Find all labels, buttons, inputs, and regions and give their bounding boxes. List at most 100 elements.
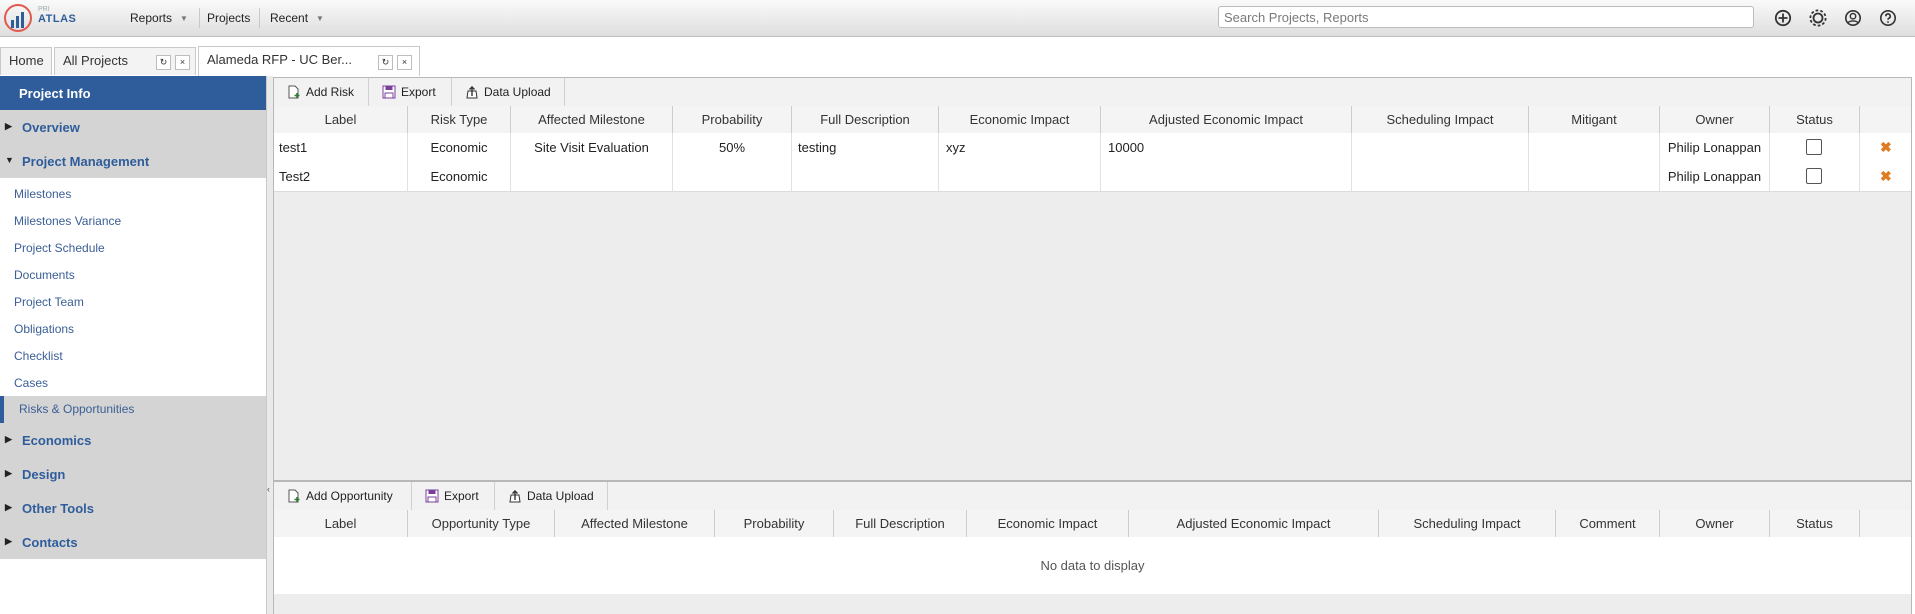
sidebar-section-label: Overview — [22, 120, 80, 135]
cell-full-description[interactable]: testing — [792, 133, 939, 162]
sidebar-section-overview[interactable]: ▶ Overview — [0, 110, 266, 144]
column-header-affected-milestone[interactable]: Affected Milestone — [511, 106, 673, 133]
column-header-opportunity-type[interactable]: Opportunity Type — [408, 510, 555, 537]
column-header-affected-milestone[interactable]: Affected Milestone — [555, 510, 715, 537]
cell-economic-impact[interactable] — [939, 162, 1101, 191]
gear-icon[interactable] — [1808, 8, 1828, 28]
close-icon[interactable]: × — [397, 55, 412, 70]
logo-name: ATLAS — [38, 13, 77, 25]
cell-probability[interactable]: 50% — [673, 133, 792, 162]
cell-full-description[interactable] — [792, 162, 939, 191]
add-opportunity-button[interactable]: Add Opportunity — [274, 482, 412, 510]
help-icon[interactable] — [1878, 8, 1898, 28]
refresh-icon[interactable]: ↻ — [156, 55, 171, 70]
tab-all-projects[interactable]: All Projects ↻ × — [54, 47, 196, 75]
status-checkbox[interactable] — [1806, 139, 1822, 155]
column-header-probability[interactable]: Probability — [673, 106, 792, 133]
cell-probability[interactable] — [673, 162, 792, 191]
cell-adjusted-economic-impact[interactable] — [1101, 162, 1352, 191]
sidebar-section-design[interactable]: ▶ Design — [0, 457, 266, 491]
cell-mitigant[interactable] — [1529, 162, 1660, 191]
column-header-status[interactable]: Status — [1770, 106, 1860, 133]
cell-affected-milestone[interactable] — [511, 162, 673, 191]
sidebar-item-project-team[interactable]: Project Team — [14, 295, 84, 309]
column-header-adjusted-economic-impact[interactable]: Adjusted Economic Impact — [1129, 510, 1379, 537]
collapse-arrow-icon[interactable]: ‹ — [267, 484, 270, 494]
sidebar-item-risks-opportunities[interactable]: Risks & Opportunities — [0, 396, 266, 423]
sidebar: Project Info ▶ Overview ▼ Project Manage… — [0, 76, 266, 614]
cell-scheduling-impact[interactable] — [1352, 133, 1529, 162]
cell-owner[interactable]: Philip Lonappan — [1660, 162, 1770, 191]
sidebar-item-milestones[interactable]: Milestones — [14, 187, 71, 201]
add-risk-label: Add Risk — [306, 85, 355, 99]
cell-scheduling-impact[interactable] — [1352, 162, 1529, 191]
delete-icon[interactable]: ✖ — [1880, 139, 1892, 156]
sidebar-section-project-management[interactable]: ▼ Project Management — [0, 144, 266, 178]
export-button[interactable]: Export — [412, 482, 495, 510]
add-risk-button[interactable]: Add Risk — [274, 78, 369, 106]
table-row[interactable]: test1 Economic Site Visit Evaluation 50%… — [274, 133, 1911, 163]
sidebar-section-economics[interactable]: ▶ Economics — [0, 423, 266, 457]
column-header-scheduling-impact[interactable]: Scheduling Impact — [1379, 510, 1556, 537]
column-header-probability[interactable]: Probability — [715, 510, 834, 537]
nav-recent-label: Recent — [270, 11, 309, 25]
column-header-full-description[interactable]: Full Description — [792, 106, 939, 133]
sidebar-splitter[interactable]: ‹ — [266, 76, 273, 614]
column-header-label[interactable]: Label — [274, 106, 408, 133]
add-icon[interactable] — [1773, 8, 1793, 28]
cell-mitigant[interactable] — [1529, 133, 1660, 162]
triangle-right-icon: ▶ — [5, 536, 12, 546]
search-input[interactable] — [1218, 6, 1754, 28]
sidebar-item-milestones-variance[interactable]: Milestones Variance — [14, 214, 121, 228]
column-header-actions — [1860, 106, 1911, 133]
column-header-label[interactable]: Label — [274, 510, 408, 537]
column-header-economic-impact[interactable]: Economic Impact — [939, 106, 1101, 133]
column-header-comment[interactable]: Comment — [1556, 510, 1660, 537]
sidebar-section-contacts[interactable]: ▶ Contacts — [0, 525, 266, 559]
cell-adjusted-economic-impact[interactable]: 10000 — [1101, 133, 1352, 162]
data-upload-button[interactable]: Data Upload — [495, 482, 608, 510]
chevron-down-icon[interactable]: ▼ — [180, 14, 188, 23]
nav-divider — [199, 8, 200, 28]
cell-risk-type[interactable]: Economic — [408, 162, 511, 191]
sidebar-section-other-tools[interactable]: ▶ Other Tools — [0, 491, 266, 525]
cell-owner[interactable]: Philip Lonappan — [1660, 133, 1770, 162]
chevron-down-icon[interactable]: ▼ — [316, 14, 324, 23]
column-header-owner[interactable]: Owner — [1660, 510, 1770, 537]
sidebar-item-obligations[interactable]: Obligations — [14, 322, 74, 336]
logo-bars-icon — [11, 12, 24, 28]
column-header-status[interactable]: Status — [1770, 510, 1860, 537]
cell-economic-impact[interactable]: xyz — [939, 133, 1101, 162]
tab-home[interactable]: Home — [0, 47, 52, 75]
opportunities-panel: Add Opportunity Export Data Upload Label… — [273, 481, 1912, 614]
app-logo[interactable]: PRI ATLAS — [4, 4, 84, 32]
status-checkbox[interactable] — [1806, 168, 1822, 184]
nav-recent[interactable]: Recent ▼ — [270, 0, 324, 36]
close-icon[interactable]: × — [175, 55, 190, 70]
cell-affected-milestone[interactable]: Site Visit Evaluation — [511, 133, 673, 162]
column-header-economic-impact[interactable]: Economic Impact — [967, 510, 1129, 537]
cell-label[interactable]: Test2 — [274, 162, 408, 191]
column-header-risk-type[interactable]: Risk Type — [408, 106, 511, 133]
column-header-mitigant[interactable]: Mitigant — [1529, 106, 1660, 133]
nav-reports[interactable]: Reports ▼ — [130, 0, 188, 36]
column-header-adjusted-economic-impact[interactable]: Adjusted Economic Impact — [1101, 106, 1352, 133]
column-header-full-description[interactable]: Full Description — [834, 510, 967, 537]
sidebar-item-cases[interactable]: Cases — [14, 376, 48, 390]
tab-project[interactable]: Alameda RFP - UC Ber... ↻ × — [198, 46, 420, 76]
column-header-actions — [1860, 510, 1911, 537]
table-row[interactable]: Test2 Economic Philip Lonappan ✖ — [274, 162, 1911, 192]
refresh-icon[interactable]: ↻ — [378, 55, 393, 70]
user-icon[interactable] — [1843, 8, 1863, 28]
sidebar-item-project-schedule[interactable]: Project Schedule — [14, 241, 105, 255]
sidebar-item-checklist[interactable]: Checklist — [14, 349, 63, 363]
sidebar-item-documents[interactable]: Documents — [14, 268, 75, 282]
data-upload-button[interactable]: Data Upload — [452, 78, 565, 106]
delete-icon[interactable]: ✖ — [1880, 168, 1892, 185]
cell-risk-type[interactable]: Economic — [408, 133, 511, 162]
column-header-scheduling-impact[interactable]: Scheduling Impact — [1352, 106, 1529, 133]
nav-projects[interactable]: Projects — [207, 0, 250, 36]
export-button[interactable]: Export — [369, 78, 452, 106]
cell-label[interactable]: test1 — [274, 133, 408, 162]
column-header-owner[interactable]: Owner — [1660, 106, 1770, 133]
